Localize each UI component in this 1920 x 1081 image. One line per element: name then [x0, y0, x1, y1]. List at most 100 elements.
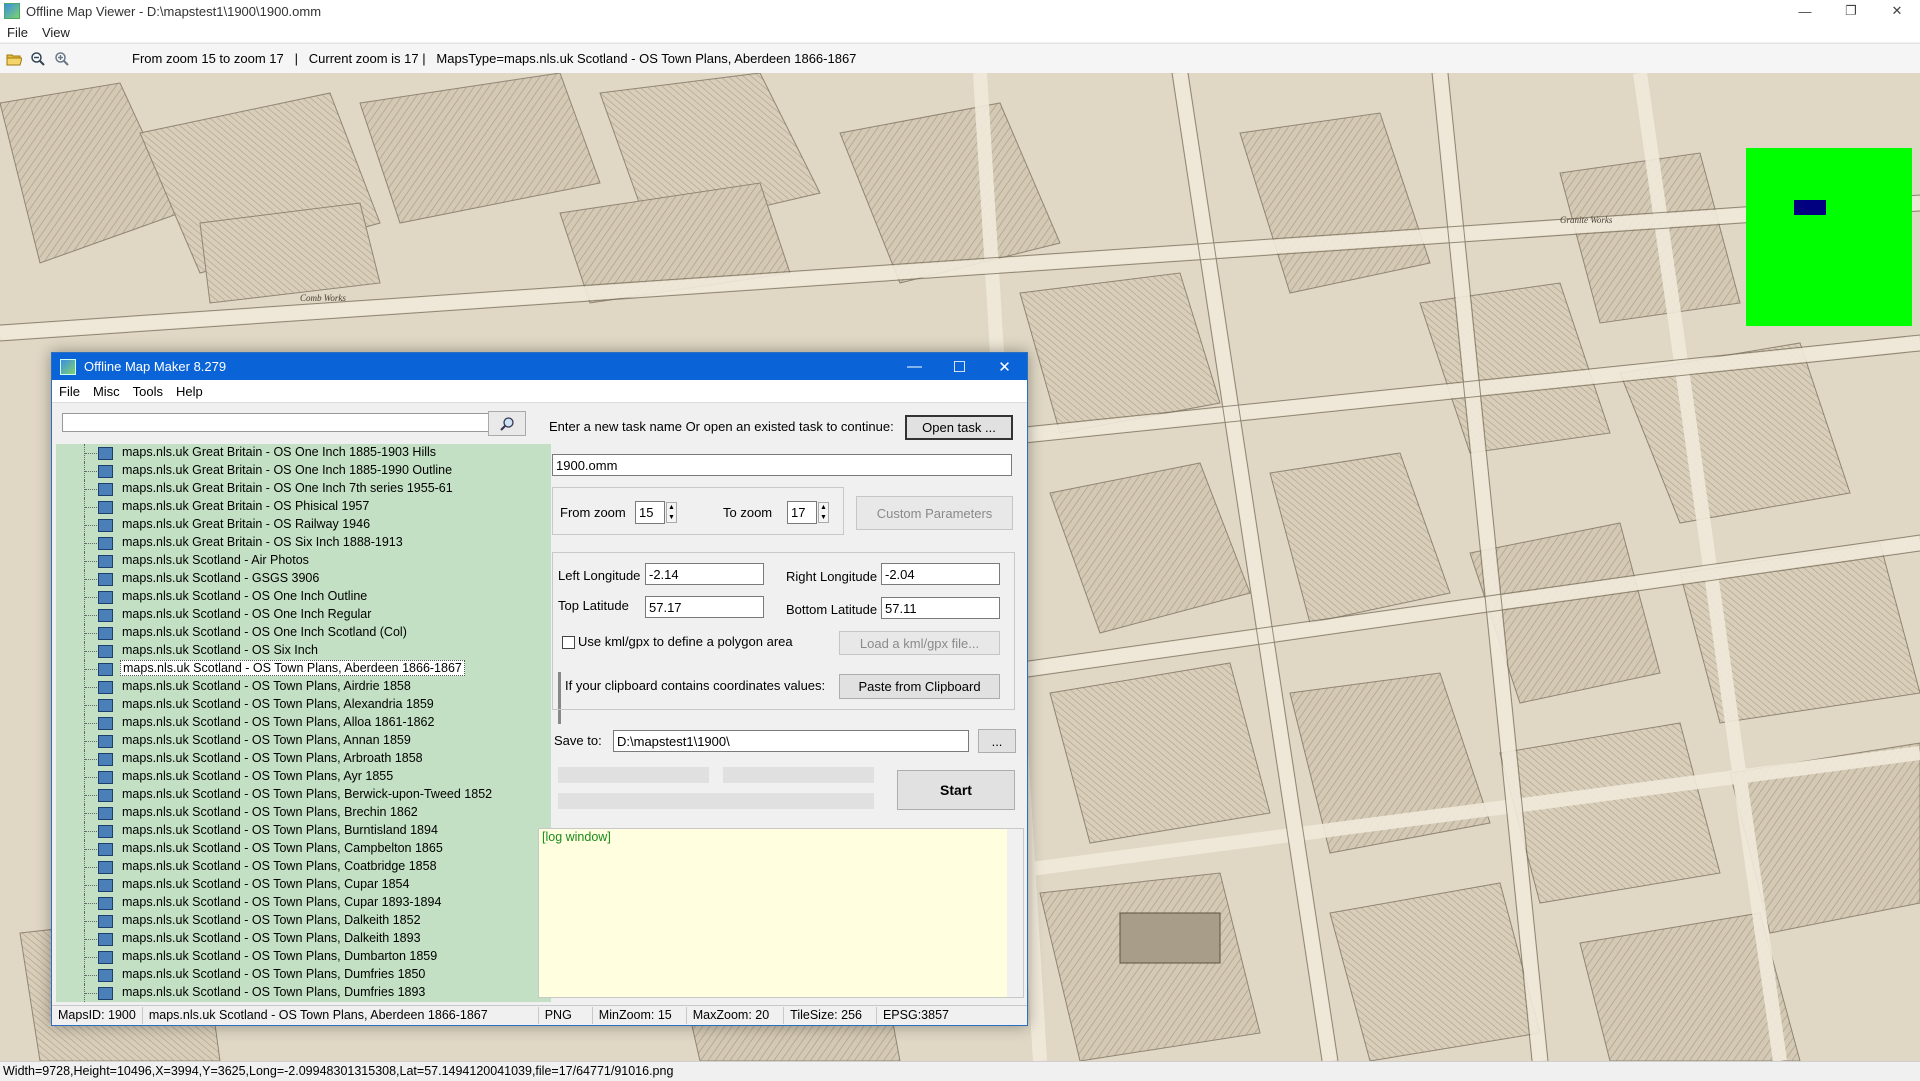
left-longitude-label: Left Longitude	[558, 568, 641, 583]
map-icon	[98, 699, 113, 712]
list-item[interactable]: maps.nls.uk Scotland - OS Town Plans, Du…	[56, 948, 568, 966]
task-prompt-label: Enter a new task name Or open an existed…	[549, 419, 894, 434]
tree-connector	[85, 903, 97, 904]
dialog-menu-tools[interactable]: Tools	[126, 384, 169, 399]
list-item-label: maps.nls.uk Scotland - OS Town Plans, Du…	[122, 967, 426, 981]
log-window[interactable]: [log window]	[538, 828, 1024, 998]
zoom-in-icon[interactable]	[52, 49, 72, 69]
list-item[interactable]: maps.nls.uk Scotland - OS Town Plans, Ay…	[56, 768, 568, 786]
list-item[interactable]: maps.nls.uk Scotland - OS Town Plans, Ca…	[56, 840, 568, 858]
list-item[interactable]: maps.nls.uk Scotland - OS Town Plans, Bu…	[56, 822, 568, 840]
bottom-latitude-field[interactable]: 57.11	[881, 597, 1000, 619]
list-item[interactable]: maps.nls.uk Scotland - GSGS 3906	[56, 570, 568, 588]
map-search-input[interactable]	[62, 413, 492, 432]
to-zoom-field[interactable]: 17	[787, 501, 817, 524]
dialog-close-button[interactable]: ✕	[982, 353, 1027, 380]
list-item[interactable]: maps.nls.uk Great Britain - OS One Inch …	[56, 480, 568, 498]
list-item[interactable]: maps.nls.uk Scotland - OS Town Plans, Co…	[56, 858, 568, 876]
list-item[interactable]: maps.nls.uk Scotland - OS Town Plans, Du…	[56, 966, 568, 984]
start-button[interactable]: Start	[897, 770, 1015, 810]
from-zoom-spinner[interactable]: ▲ ▼	[666, 502, 677, 523]
dialog-status-bar: MapsID: 1900 maps.nls.uk Scotland - OS T…	[52, 1005, 1027, 1025]
tree-connector	[85, 741, 97, 742]
tree-connector	[85, 975, 97, 976]
task-name-field[interactable]: 1900.omm	[552, 454, 1012, 476]
open-task-button[interactable]: Open task ...	[905, 415, 1013, 440]
map-icon	[98, 447, 113, 460]
save-to-label: Save to:	[554, 733, 602, 748]
list-item[interactable]: maps.nls.uk Scotland - OS Town Plans, Da…	[56, 912, 568, 930]
map-icon	[98, 807, 113, 820]
log-scrollbar[interactable]	[1007, 829, 1023, 997]
left-longitude-field[interactable]: -2.14	[645, 563, 764, 585]
list-item[interactable]: maps.nls.uk Great Britain - OS One Inch …	[56, 444, 568, 462]
list-item[interactable]: maps.nls.uk Scotland - OS Town Plans, Cu…	[56, 894, 568, 912]
dialog-menu-help[interactable]: Help	[169, 384, 209, 399]
list-item[interactable]: maps.nls.uk Scotland - OS Town Plans, Be…	[56, 786, 568, 804]
menu-view[interactable]: View	[35, 25, 77, 40]
dialog-menu-misc[interactable]: Misc	[86, 384, 126, 399]
list-item[interactable]: maps.nls.uk Scotland - OS Town Plans, Ab…	[56, 660, 568, 678]
list-item[interactable]: maps.nls.uk Scotland - OS Town Plans, Al…	[56, 714, 568, 732]
list-item[interactable]: maps.nls.uk Scotland - OS One Inch Regul…	[56, 606, 568, 624]
restore-button[interactable]: ❐	[1828, 0, 1874, 22]
list-item[interactable]: maps.nls.uk Scotland - OS Town Plans, Da…	[56, 930, 568, 948]
right-longitude-field[interactable]: -2.04	[881, 563, 1000, 585]
list-item[interactable]: maps.nls.uk Great Britain - OS Phisical …	[56, 498, 568, 516]
top-latitude-field[interactable]: 57.17	[645, 596, 764, 618]
status-epsg: EPSG:3857	[882, 1008, 949, 1022]
dialog-maximize-button[interactable]: ☐	[937, 353, 982, 380]
close-button[interactable]: ✕	[1874, 0, 1920, 22]
tree-connector	[85, 453, 97, 454]
browse-button[interactable]: ...	[978, 729, 1016, 753]
list-item[interactable]: maps.nls.uk Scotland - OS Town Plans, Al…	[56, 696, 568, 714]
list-item[interactable]: maps.nls.uk Great Britain - OS Railway 1…	[56, 516, 568, 534]
dialog-menu-file[interactable]: File	[52, 384, 86, 399]
list-item[interactable]: maps.nls.uk Scotland - OS Town Plans, An…	[56, 732, 568, 750]
minimize-button[interactable]: —	[1782, 0, 1828, 22]
map-icon	[98, 987, 113, 1000]
viewer-window-controls: — ❐ ✕	[1782, 0, 1920, 22]
tree-connector	[85, 651, 97, 652]
map-icon	[98, 969, 113, 982]
use-kml-checkbox[interactable]	[562, 636, 575, 649]
map-icon	[98, 609, 113, 622]
list-item[interactable]: maps.nls.uk Scotland - OS Town Plans, Br…	[56, 804, 568, 822]
to-zoom-spinner[interactable]: ▲ ▼	[818, 502, 829, 523]
maps-tree[interactable]: maps.nls.uk Great Britain - OS One Inch …	[56, 444, 568, 1002]
search-button[interactable]	[488, 411, 526, 436]
progress-bar-2	[723, 767, 874, 783]
clipboard-label: If your clipboard contains coordinates v…	[565, 678, 826, 693]
tree-connector	[85, 669, 97, 670]
tree-connector	[85, 561, 97, 562]
list-item-label: maps.nls.uk Scotland - OS Six Inch	[122, 643, 318, 657]
list-item[interactable]: maps.nls.uk Scotland - OS Town Plans, Ar…	[56, 750, 568, 768]
map-icon	[98, 645, 113, 658]
list-item[interactable]: maps.nls.uk Scotland - OS Town Plans, Du…	[56, 984, 568, 1002]
list-item[interactable]: maps.nls.uk Great Britain - OS One Inch …	[56, 462, 568, 480]
paste-from-clipboard-button[interactable]: Paste from Clipboard	[839, 674, 1000, 699]
list-item[interactable]: maps.nls.uk Scotland - OS Town Plans, Ai…	[56, 678, 568, 696]
list-item[interactable]: maps.nls.uk Scotland - OS Six Inch	[56, 642, 568, 660]
minimap[interactable]	[1746, 148, 1912, 326]
save-to-field[interactable]: D:\mapstest1\1900\	[613, 730, 969, 752]
minimap-viewport[interactable]	[1794, 200, 1826, 215]
menu-file[interactable]: File	[0, 25, 35, 40]
map-label-granite-works: Granite Works	[1560, 215, 1613, 225]
load-kml-button[interactable]: Load a kml/gpx file...	[839, 631, 1000, 655]
from-zoom-field[interactable]: 15	[635, 501, 665, 524]
list-item-label: maps.nls.uk Scotland - OS One Inch Outli…	[122, 589, 368, 603]
list-item[interactable]: maps.nls.uk Great Britain - OS Six Inch …	[56, 534, 568, 552]
custom-parameters-button[interactable]: Custom Parameters	[856, 496, 1013, 530]
list-item-label: maps.nls.uk Great Britain - OS One Inch …	[122, 481, 453, 495]
list-item[interactable]: maps.nls.uk Scotland - OS One Inch Scotl…	[56, 624, 568, 642]
zoom-out-icon[interactable]	[28, 49, 48, 69]
status-maps-id: MapsID: 1900	[52, 1007, 143, 1024]
dialog-minimize-button[interactable]: —	[892, 353, 937, 380]
list-item[interactable]: maps.nls.uk Scotland - Air Photos	[56, 552, 568, 570]
open-folder-icon[interactable]	[4, 49, 24, 69]
map-icon	[98, 681, 113, 694]
list-item[interactable]: maps.nls.uk Scotland - OS Town Plans, Cu…	[56, 876, 568, 894]
list-item[interactable]: maps.nls.uk Scotland - OS One Inch Outli…	[56, 588, 568, 606]
map-icon	[98, 915, 113, 928]
